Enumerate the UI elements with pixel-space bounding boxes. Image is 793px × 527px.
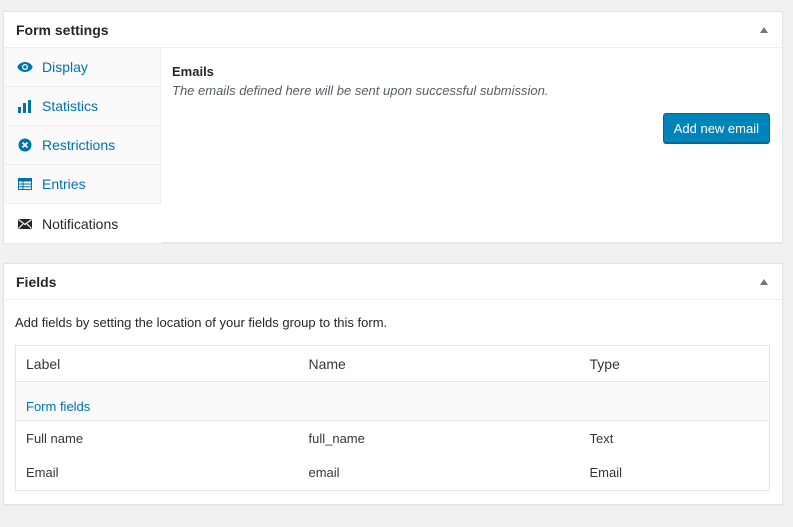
field-type: Text	[589, 430, 614, 446]
tab-statistics[interactable]: Statistics	[4, 87, 160, 126]
column-header-label: Label	[15, 345, 299, 382]
bar-chart-icon	[17, 98, 33, 114]
fields-header[interactable]: Fields	[4, 264, 782, 300]
form-settings-box: Form settings Display Statistics Restric…	[3, 11, 783, 243]
collapse-toggle-icon[interactable]	[760, 278, 768, 285]
tab-statistics-label: Statistics	[42, 98, 99, 114]
fields-description: Add fields by setting the location of yo…	[15, 315, 388, 330]
table-row: Full name full_name Text	[16, 421, 770, 456]
restriction-icon	[17, 137, 33, 153]
tab-entries[interactable]: Entries	[4, 165, 160, 204]
field-group-link[interactable]: Form fields	[15, 381, 770, 421]
column-header-type: Type	[579, 345, 770, 382]
notifications-panel: Emails The emails defined here will be s…	[161, 48, 782, 243]
field-name: email	[308, 465, 340, 481]
tab-restrictions[interactable]: Restrictions	[4, 126, 160, 165]
emails-description: The emails defined here will be sent upo…	[172, 83, 549, 98]
field-label: Full name	[26, 430, 84, 446]
column-header-name: Name	[298, 345, 580, 382]
tab-notifications-label: Notifications	[42, 215, 119, 232]
add-new-email-button[interactable]: Add new email	[662, 113, 770, 143]
tab-display[interactable]: Display	[4, 48, 160, 87]
form-settings-title: Form settings	[16, 21, 109, 38]
settings-tabs: Display Statistics Restrictions Entries	[4, 48, 162, 243]
tab-notifications[interactable]: Notifications	[4, 204, 162, 243]
tab-entries-label: Entries	[42, 176, 86, 192]
field-label: Email	[26, 465, 59, 481]
table-icon	[17, 176, 33, 192]
tab-restrictions-label: Restrictions	[42, 137, 116, 153]
table-row: Email email Email	[16, 456, 770, 491]
emails-heading: Emails	[172, 64, 214, 79]
tab-display-label: Display	[42, 59, 88, 75]
form-settings-header[interactable]: Form settings	[4, 12, 782, 48]
field-type: Email	[589, 465, 623, 481]
fields-box: Fields Add fields by setting the locatio…	[3, 263, 783, 505]
collapse-toggle-icon[interactable]	[760, 26, 768, 33]
eye-icon	[17, 59, 33, 75]
field-group-row: Form fields	[15, 381, 770, 421]
envelope-icon	[17, 216, 33, 232]
field-name: full_name	[308, 430, 365, 446]
fields-title: Fields	[16, 273, 57, 290]
fields-table: Label Name Type Form fields Full name fu…	[15, 345, 770, 491]
